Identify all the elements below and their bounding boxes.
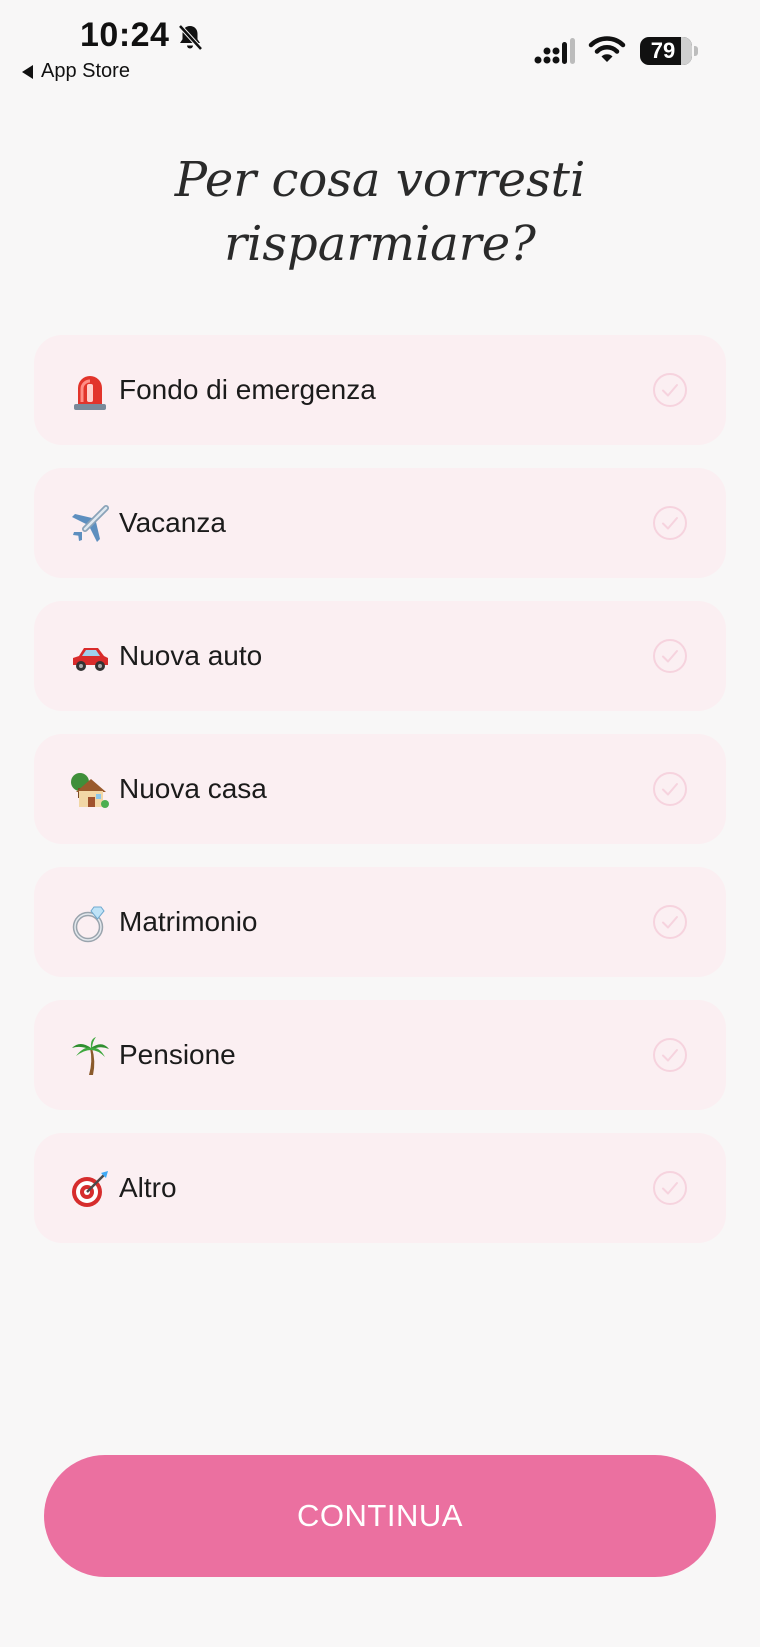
check-circle-icon [653, 905, 687, 939]
cellular-signal-icon [534, 38, 575, 64]
ring-icon [72, 906, 105, 943]
back-to-app-store-link[interactable]: App Store [22, 60, 130, 83]
page-title: Per cosa vorresti risparmiare? [0, 148, 760, 276]
option-fondo-di-emergenza[interactable]: Fondo di emergenza [34, 335, 726, 445]
check-circle-icon [653, 373, 687, 407]
check-circle-icon [653, 1171, 687, 1205]
check-circle-icon [653, 772, 687, 806]
continue-button[interactable]: CONTINUA [44, 1455, 716, 1577]
wifi-icon [588, 36, 626, 62]
option-label: Nuova casa [119, 773, 267, 804]
option-label: Altro [119, 1172, 177, 1203]
savings-goal-list: Fondo di emergenza Vacanza Nuova auto Nu… [34, 335, 726, 1266]
option-vacanza[interactable]: Vacanza [34, 468, 726, 578]
airplane-icon [72, 505, 109, 542]
check-circle-icon [653, 639, 687, 673]
option-pensione[interactable]: Pensione [34, 1000, 726, 1110]
target-icon [72, 1171, 108, 1207]
status-time: 10:24 [80, 16, 170, 54]
palm-tree-icon [72, 1037, 109, 1075]
house-icon [71, 773, 109, 808]
check-circle-icon [653, 1038, 687, 1072]
option-label: Vacanza [119, 507, 226, 538]
screen: 10:24 App Store 79 Per cosa vorresti ris… [0, 0, 760, 1647]
back-arrow-icon [22, 64, 33, 79]
car-icon [73, 648, 108, 671]
page-title-line-1: Per cosa vorresti [174, 152, 586, 208]
check-circle-icon [653, 506, 687, 540]
option-label: Matrimonio [119, 906, 258, 937]
battery-indicator: 79 [640, 37, 698, 65]
option-altro[interactable]: Altro [34, 1133, 726, 1243]
page-title-line-2: risparmiare? [224, 216, 536, 272]
back-link-label: App Store [41, 60, 130, 82]
option-label: Nuova auto [119, 640, 263, 671]
battery-level: 79 [650, 38, 676, 63]
option-nuova-auto[interactable]: Nuova auto [34, 601, 726, 711]
siren-icon [74, 376, 106, 410]
option-nuova-casa[interactable]: Nuova casa [34, 734, 726, 844]
option-matrimonio[interactable]: Matrimonio [34, 867, 726, 977]
option-label: Pensione [119, 1039, 236, 1070]
bell-muted-icon [178, 24, 203, 51]
option-label: Fondo di emergenza [119, 374, 376, 405]
